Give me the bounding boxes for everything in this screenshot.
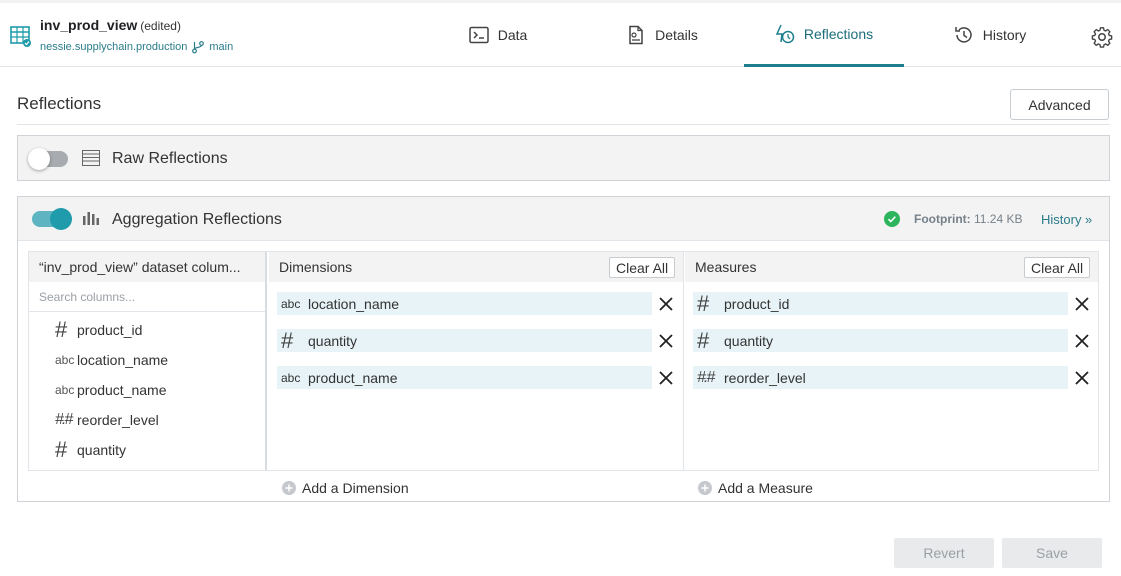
divider [17,124,1110,125]
dimension-name: location_name [308,295,400,312]
columns-box: “inv_prod_view” dataset colum... # produ… [28,251,1099,471]
add-measure-label: Add a Measure [718,480,813,496]
column-item[interactable]: # product_id [55,318,142,342]
number-type-icon: # [281,327,294,353]
column-item[interactable]: abc product_name [55,378,167,402]
add-dimension-button[interactable]: Add a Dimension [282,480,409,496]
footprint-value: 11.24 KB [974,212,1023,226]
raw-reflections-label: Raw Reflections [112,150,228,167]
aggregation-reflections-panel: Aggregation Reflections Footprint: 11.24… [17,196,1110,502]
document-icon [629,25,643,45]
tab-label: History [982,27,1027,43]
close-icon[interactable] [1073,295,1091,313]
toggle-knob [28,148,50,170]
page-title: Reflections [17,94,102,113]
dimension-chip[interactable]: abc location_name [277,292,652,315]
number-type-icon: # [55,317,68,342]
measure-name: product_id [724,295,790,312]
footprint-label: Footprint: [914,212,971,226]
text-type-icon: abc [281,296,301,311]
add-measure-button[interactable]: Add a Measure [698,480,813,496]
dataset-columns-pane: “inv_prod_view” dataset colum... # produ… [29,252,267,470]
search-columns-input[interactable] [29,282,265,312]
raw-reflections-toggle[interactable] [28,148,68,170]
dataset-table-icon [10,26,31,47]
text-type-icon: abc [55,353,75,367]
terminal-icon [468,26,489,44]
branch-name[interactable]: main [209,41,233,53]
tab-label: Reflections [803,25,874,42]
check-circle-icon [884,211,900,227]
aggregation-reflections-label: Aggregation Reflections [112,211,282,228]
close-icon[interactable] [657,332,675,350]
tab-label: Details [655,27,698,43]
close-icon[interactable] [657,369,675,387]
clear-measures-button[interactable]: Clear All [1024,257,1091,278]
tab-label: Data [497,27,528,43]
decimal-type-icon: #.# [55,411,73,428]
column-name: location_name [77,352,169,368]
tab-data[interactable]: Data [468,3,528,67]
tab-details[interactable]: Details [626,3,698,67]
toggle-knob [50,208,72,230]
column-name: product_id [77,322,143,338]
tab-reflections[interactable]: Reflections [744,3,904,67]
close-icon[interactable] [657,295,675,313]
dataset-path: nessie.supplychain.production main [40,40,233,54]
clear-dimensions-button[interactable]: Clear All [609,257,676,278]
branch-icon [192,41,205,54]
dataset-columns-header: “inv_prod_view” dataset colum... [29,252,265,282]
column-name: reorder_level [77,412,159,428]
dimension-chip[interactable]: # quantity [277,329,652,352]
dimensions-pane: Dimensions Clear All abc location_name #… [269,252,684,470]
column-item[interactable]: abc location_name [55,348,168,372]
footprint: Footprint: 11.24 KB [914,212,1022,226]
revert-button[interactable]: Revert [894,538,994,568]
measure-chip[interactable]: # product_id [693,292,1068,315]
dataset-name: inv_prod_view (edited) [40,17,181,33]
aggregation-reflections-toggle[interactable] [32,208,72,230]
history-link[interactable]: History » [1041,212,1092,227]
decimal-type-icon: #.# [697,368,715,386]
text-type-icon: abc [281,370,301,385]
column-name: product_name [77,382,167,398]
aggregation-header: Aggregation Reflections Footprint: 11.24… [18,197,1109,241]
raw-table-icon [82,150,100,166]
number-type-icon: # [697,327,710,353]
column-item[interactable]: #.# reorder_level [55,408,159,432]
dimension-chip[interactable]: abc product_name [277,366,652,389]
measure-chip[interactable]: #.# reorder_level [693,366,1068,389]
advanced-button[interactable]: Advanced [1010,89,1109,120]
save-button[interactable]: Save [1002,538,1102,568]
measure-chip[interactable]: # quantity [693,329,1068,352]
plus-circle-icon [698,481,712,495]
reflections-icon [775,24,795,43]
close-icon[interactable] [1073,332,1091,350]
text-type-icon: abc [55,383,75,397]
dimension-name: product_name [308,369,398,386]
edited-label: (edited) [140,19,181,33]
measures-pane: Measures Clear All # product_id # quanti… [685,252,1098,470]
number-type-icon: # [697,290,710,316]
plus-circle-icon [282,481,296,495]
history-icon [954,27,972,43]
dataset-name-text: inv_prod_view [40,17,138,33]
gear-icon[interactable] [1091,26,1113,48]
dimension-name: quantity [308,332,358,349]
number-type-icon: # [55,437,68,462]
measure-name: quantity [724,332,774,349]
column-name: quantity [77,442,127,458]
bar-chart-icon [83,212,99,225]
close-icon[interactable] [1073,369,1091,387]
tab-history[interactable]: History [952,3,1028,67]
dataset-path-link[interactable]: nessie.supplychain.production [40,41,187,53]
add-dimension-label: Add a Dimension [302,480,409,496]
measure-name: reorder_level [724,369,806,386]
top-bar: inv_prod_view (edited) nessie.supplychain… [0,0,1121,67]
raw-reflections-panel: Raw Reflections [17,135,1110,181]
column-item[interactable]: # quantity [55,438,126,462]
